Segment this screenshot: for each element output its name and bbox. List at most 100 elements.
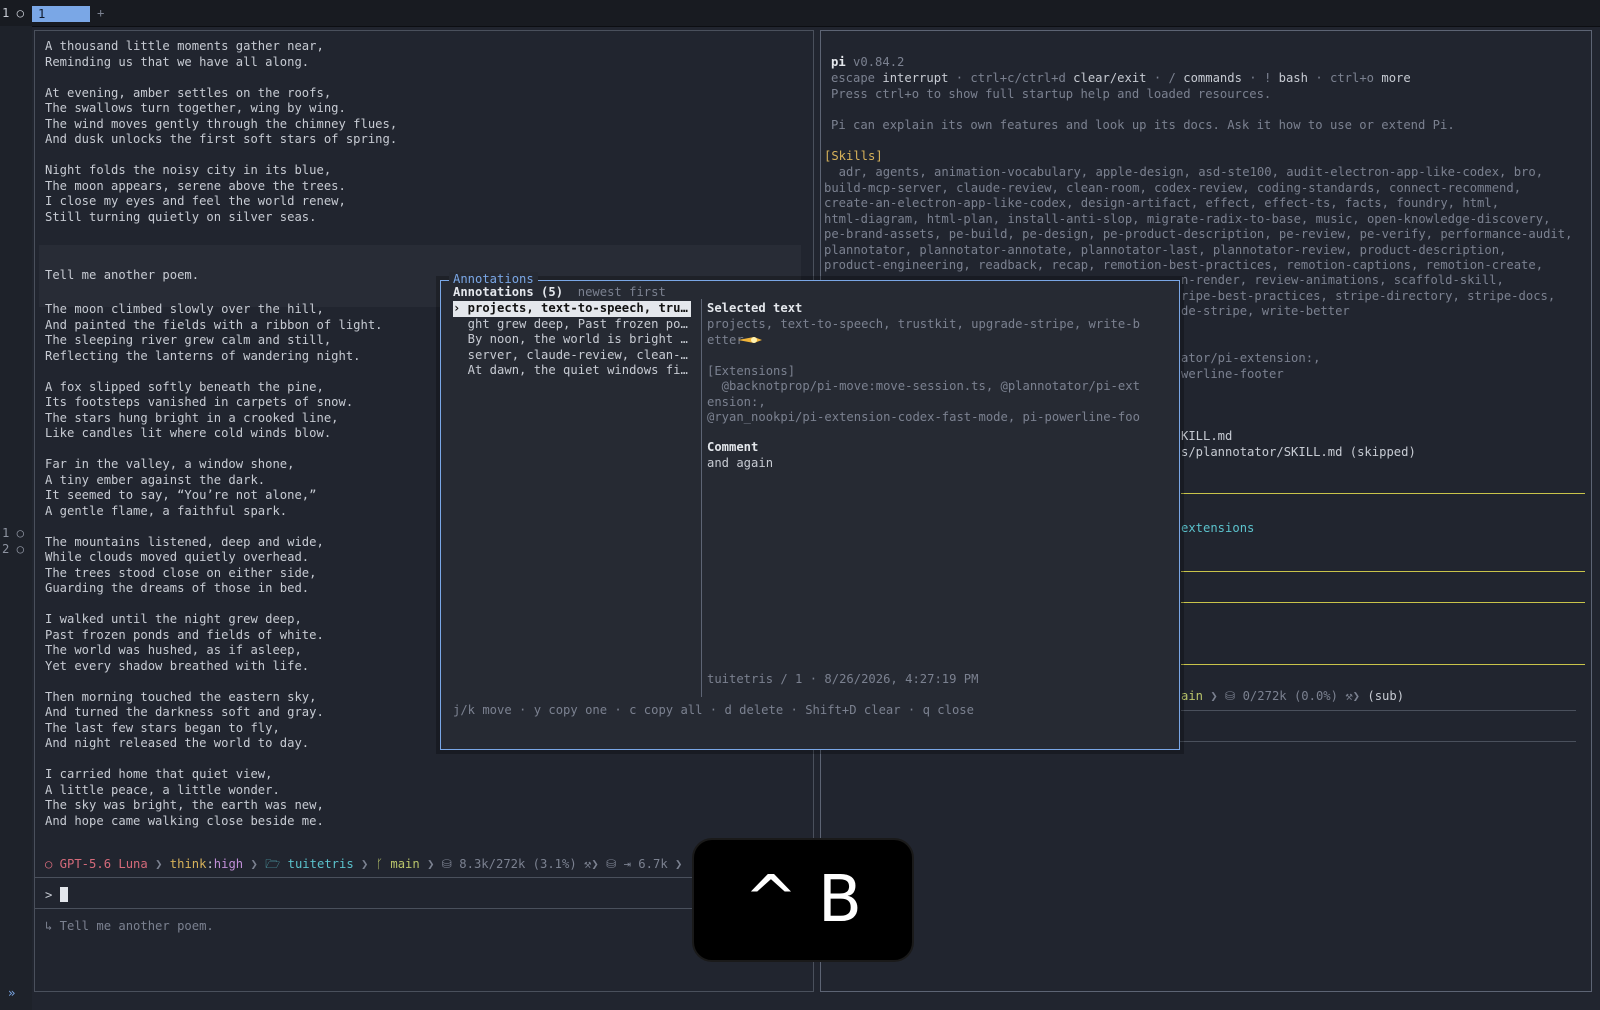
comment-text: and again [707, 456, 774, 470]
hint-action: clear/exit [1065, 71, 1147, 85]
app-name: pi [831, 55, 846, 69]
token-usage: ⛁ 0/272k (0.0%) [1225, 689, 1338, 703]
app-version: v0.84.2 [853, 55, 905, 69]
skills-line: create-an-electron-app-like-codex, desig… [824, 196, 1500, 210]
poem-line: And turned the darkness soft and gray. [45, 705, 324, 719]
think-colon: : [206, 857, 214, 871]
poem-line: A tiny ember against the dark. [45, 472, 266, 487]
poem-line: And dusk unlocks the first soft stars of… [45, 132, 398, 146]
annotation-item[interactable]: ght grew deep, Past frozen po… [453, 317, 691, 333]
poem-line: Night folds the noisy city in its blue, [45, 163, 332, 177]
hint-key: · / [1146, 71, 1176, 85]
hint-key: · ctrl+o [1307, 71, 1375, 85]
status-line: ○ GPT-5.6 Luna ❯ think:high ❯ 🗁 tuitetri… [45, 857, 683, 871]
poem-line: The wind moves gently through the chimne… [45, 116, 398, 131]
selected-text-line: [Extensions] [707, 363, 796, 378]
right-status-line: ain ❯ ⛁ 0/272k (0.0%) ⚒❯ (sub) [1181, 689, 1405, 703]
poem-line: A gentle flame, a faithful spark. [45, 503, 288, 518]
annotation-item[interactable]: By noon, the world is bright … [453, 332, 691, 348]
hint-action: commands [1175, 71, 1242, 85]
extension-line: werline-footer [1181, 367, 1284, 381]
skills-line: de-stripe, write-better [1181, 304, 1350, 318]
poem-line: Still turning quietly on silver seas. [45, 209, 317, 224]
poem-line: The sky was bright, the earth was new, [45, 798, 324, 812]
poem-line: Yet every shadow breathed with life. [45, 658, 310, 673]
divider [35, 877, 695, 878]
skills-line: n-render, review-animations, scaffold-sk… [1181, 273, 1504, 287]
hint-action: more [1374, 71, 1411, 85]
poem-line: The last few stars began to fly, [45, 720, 280, 735]
explain-hint: Pi can explain its own features and look… [831, 118, 1455, 132]
history-hint: ↳ Tell me another poem. [45, 919, 214, 933]
sparkle-icon [738, 337, 762, 343]
poem-line: I close my eyes and feel the world renew… [45, 194, 346, 208]
branch-name: ain [1181, 689, 1204, 703]
top-bar: 1 ○ 1 + [0, 0, 1600, 27]
text-cursor [59, 887, 68, 902]
skills-heading: [Skills] [824, 149, 883, 163]
prompt-symbol: > [45, 888, 53, 902]
hint-action: interrupt [875, 71, 949, 85]
poem-line: I walked until the night grew deep, [45, 612, 302, 626]
yellow-rule [1181, 664, 1585, 665]
poem-line: Its footsteps vanished in carpets of sno… [45, 395, 354, 409]
poem-line: The moon appears, serene above the trees… [45, 178, 346, 193]
hint-key: · ! [1241, 71, 1272, 85]
poem-line: The trees stood close on either side, [45, 565, 317, 580]
divider [35, 908, 695, 909]
selected-text-heading: Selected text [707, 301, 803, 315]
annotations-dialog[interactable]: Annotations Annotations (5) newest first… [440, 272, 1180, 750]
hint-action: bash [1271, 71, 1308, 85]
folder-name: 🗁 tuitetris [265, 857, 354, 871]
annotation-item[interactable]: server, claude-review, clean-… [453, 348, 691, 364]
poem-line: Like candles lit where cold winds blow. [45, 426, 332, 440]
app-header: pi v0.84.2 [831, 55, 904, 71]
list-header: Annotations (5) newest first [453, 285, 666, 301]
skills-line: adr, agents, animation-vocabulary, apple… [824, 165, 1544, 179]
annotation-item[interactable]: At dawn, the quiet windows fi… [453, 363, 691, 379]
tab-1[interactable]: 1 [32, 6, 90, 22]
startup-hint: Press ctrl+o to show full startup help a… [831, 87, 1272, 101]
poem-line: A fox slipped softly beneath the pine, [45, 379, 324, 394]
keybinding-footer: j/k move · y copy one · c copy all · d d… [453, 703, 974, 717]
poem-line: I carried home that quiet view, [45, 767, 273, 781]
yellow-rule [1181, 493, 1585, 494]
token-usage: ⛁ 8.3k/272k (3.1%) [441, 857, 577, 871]
model-name: ○ GPT-5.6 Luna [45, 857, 148, 871]
sort-order[interactable]: newest first [578, 285, 666, 299]
poem-line: Reminding us that we have all along. [45, 54, 310, 69]
extensions-label: extensions [1181, 521, 1255, 535]
selected-text-line: @backnotprop/pi-move:move-session.ts, @p… [707, 379, 1140, 393]
gutter-mark: 2 ○ [2, 542, 25, 556]
selected-text-line: projects, text-to-speech, trustkit, upgr… [707, 317, 1140, 331]
selected-text-line: ension:, [707, 394, 766, 409]
user-message: Tell me another poem. [45, 268, 200, 282]
keystroke-text: ^ B [744, 863, 862, 937]
chevron-right-icon[interactable]: » [8, 986, 15, 1002]
prompt-input[interactable]: > [45, 887, 68, 904]
poem-line: The moon climbed slowly over the hill, [45, 302, 324, 316]
skill-file-line: s/plannotator/SKILL.md (skipped) [1181, 445, 1416, 459]
think-level: high [213, 857, 244, 871]
poem-line: Guarding the dreams of those in bed. [45, 581, 310, 595]
poem-line: It seemed to say, “You’re not alone,” [45, 488, 317, 502]
skills-line: build-mcp-server, claude-review, clean-r… [824, 180, 1522, 195]
gutter-mark: 1 ○ [2, 526, 25, 540]
poem-line: The mountains listened, deep and wide, [45, 534, 324, 549]
poem-line: Far in the valley, a window shone, [45, 457, 295, 471]
keyboard-hints: escape interrupt · ctrl+c/ctrl+d clear/e… [831, 71, 1411, 87]
cache-usage: ⛁ ⇥ 6.7k [606, 857, 668, 871]
list-heading: Annotations (5) [453, 285, 564, 299]
think-label: think [169, 857, 207, 871]
poem-line: Then morning touched the eastern sky, [45, 689, 317, 704]
divider [1181, 710, 1576, 711]
yellow-rule [1181, 602, 1585, 603]
gutter: 1 ○ 2 ○ » [0, 26, 32, 1010]
annotation-item[interactable]: › projects, text-to-speech, tru… [453, 301, 691, 317]
annotation-meta: tuitetris / 1 · 8/26/2026, 4:27:19 PM [707, 672, 979, 686]
new-tab-button[interactable]: + [97, 6, 104, 22]
selected-text-line: @ryan_nookpi/pi-extension-codex-fast-mod… [707, 410, 1140, 424]
poem-line: The sleeping river grew calm and still, [45, 333, 332, 347]
poem-line: The stars hung bright in a crooked line, [45, 410, 339, 425]
poem-line: While clouds moved quietly overhead. [45, 550, 310, 564]
